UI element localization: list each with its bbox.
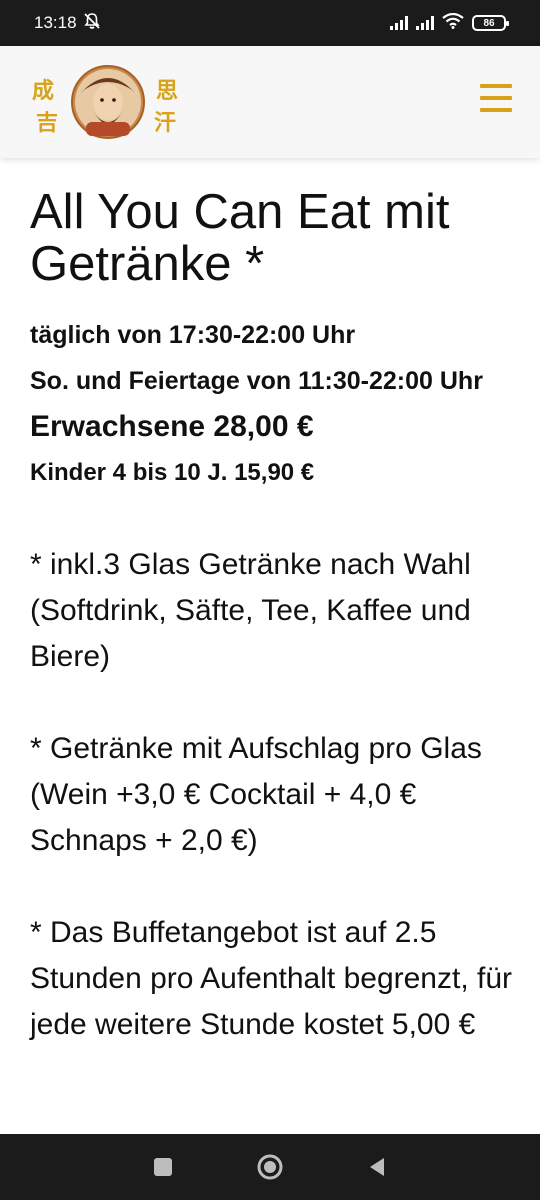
status-left: 13:18 bbox=[34, 12, 101, 35]
home-icon[interactable] bbox=[250, 1147, 290, 1187]
logo-char-2: 吉 bbox=[36, 110, 58, 136]
battery-level: 86 bbox=[483, 17, 495, 29]
note-drink-surcharge: * Getränke mit Aufschlag pro Glas (Wein … bbox=[30, 732, 482, 857]
hours-sunday: So. und Feiertage von 11:30-22:00 Uhr bbox=[30, 367, 483, 395]
hours-daily: täglich von 17:30-22:00 Uhr bbox=[30, 321, 356, 349]
status-bar: 13:18 86 bbox=[0, 0, 540, 46]
status-time: 13:18 bbox=[34, 13, 77, 32]
back-icon[interactable] bbox=[357, 1147, 397, 1187]
status-right: 86 bbox=[390, 12, 509, 34]
recent-apps-icon[interactable] bbox=[143, 1147, 183, 1187]
logo[interactable]: 成 吉 思 汗 bbox=[28, 60, 188, 144]
menu-line bbox=[480, 84, 512, 88]
hamburger-menu-icon[interactable] bbox=[480, 84, 512, 112]
page-title: All You Can Eat mit Getränke * bbox=[30, 185, 450, 291]
menu-line bbox=[480, 96, 512, 100]
mute-icon bbox=[83, 12, 101, 35]
battery-icon: 86 bbox=[472, 15, 509, 31]
main-content: All You Can Eat mit Getränke * täglich v… bbox=[30, 186, 520, 1048]
note-included-drinks: * inkl.3 Glas Getränke nach Wahl (Softdr… bbox=[30, 548, 471, 673]
note-buffet-limit: * Das Buffetangebot ist auf 2.5 Stunden … bbox=[30, 916, 513, 1041]
logo-char-3: 思 bbox=[156, 78, 178, 104]
price-adult: Erwachsene 28,00 € bbox=[30, 410, 314, 443]
menu-line bbox=[480, 108, 512, 112]
logo-char-4: 汗 bbox=[154, 110, 176, 136]
signal-icon bbox=[390, 16, 408, 30]
site-header: 成 吉 思 汗 bbox=[0, 46, 540, 158]
navigation-bar bbox=[0, 1134, 540, 1200]
price-kids: Kinder 4 bis 10 J. 15,90 € bbox=[30, 459, 315, 486]
wifi-icon bbox=[442, 12, 464, 34]
logo-char-1: 成 bbox=[32, 78, 54, 104]
signal-icon bbox=[416, 16, 434, 30]
